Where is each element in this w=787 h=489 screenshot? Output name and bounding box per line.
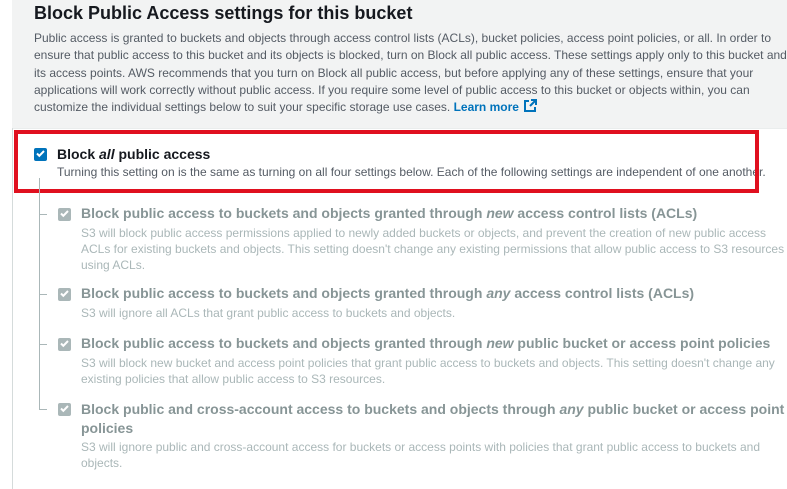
- option-title-pre: Block public access to buckets and objec…: [81, 335, 487, 351]
- section-description: Public access is granted to buckets and …: [34, 30, 787, 118]
- option-title-post: public bucket or access point policies: [513, 335, 771, 351]
- option-title: Block public and cross-account access to…: [81, 400, 787, 438]
- option-description: S3 will ignore all ACLs that grant publi…: [81, 306, 456, 320]
- option-title-pre: Block public access to buckets and objec…: [81, 205, 487, 221]
- option-title-em: any: [559, 401, 584, 417]
- option-title-pre: Block public access to buckets and objec…: [81, 285, 487, 301]
- learn-more-link[interactable]: Learn more: [453, 99, 537, 115]
- option-title-em: new: [486, 335, 514, 351]
- header-divider: [12, 128, 787, 129]
- checkmark-icon: [59, 286, 70, 304]
- section-description-text: Public access is granted to buckets and …: [34, 31, 787, 115]
- checkmark-icon: [59, 336, 70, 354]
- external-link-icon: [523, 99, 537, 118]
- option-checkbox[interactable]: [58, 208, 71, 221]
- left-border: [12, 128, 13, 489]
- option-checkbox[interactable]: [58, 288, 71, 301]
- option-title-post: access control lists (ACLs): [510, 285, 695, 301]
- option-title-post: access control lists (ACLs): [513, 205, 698, 221]
- option-title-em: new: [486, 205, 514, 221]
- checkmark-icon: [59, 206, 70, 224]
- tree-branch: [39, 344, 47, 345]
- option-title: Block public access to buckets and objec…: [81, 205, 697, 221]
- option-checkbox[interactable]: [58, 403, 71, 416]
- option-title: Block public access to buckets and objec…: [81, 285, 694, 301]
- option-checkbox[interactable]: [58, 338, 71, 351]
- option-description: S3 will block public access permissions …: [81, 226, 785, 272]
- highlight-box: [14, 130, 759, 193]
- checkmark-icon: [59, 401, 70, 419]
- option-description: S3 will ignore public and cross-account …: [81, 440, 761, 470]
- option-title: Block public access to buckets and objec…: [81, 335, 770, 351]
- option-title-em: any: [486, 285, 511, 301]
- option-description: S3 will block new bucket and access poin…: [81, 356, 775, 386]
- learn-more-label: Learn more: [453, 100, 519, 115]
- tree-branch: [39, 294, 47, 295]
- option-title-pre: Block public and cross-account access to…: [81, 401, 560, 417]
- section-title: Block Public Access settings for this bu…: [34, 3, 413, 23]
- tree-branch: [39, 409, 47, 410]
- tree-branch: [39, 214, 47, 215]
